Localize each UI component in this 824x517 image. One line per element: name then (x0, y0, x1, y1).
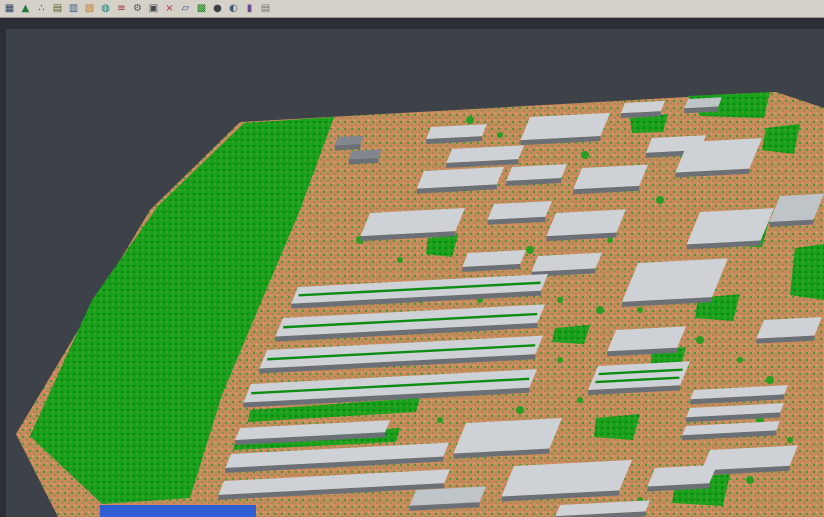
report-icon[interactable]: ▤ (258, 2, 273, 16)
delete-icon[interactable]: × (162, 2, 177, 16)
point-cloud-icon[interactable]: ∴ (34, 2, 49, 16)
dem-grid-icon[interactable]: ▦ (2, 2, 17, 16)
select-region-icon[interactable]: ▣ (146, 2, 161, 16)
histogram-icon[interactable]: ▮ (242, 2, 257, 16)
orthophoto-icon[interactable]: ▧ (82, 2, 97, 16)
viewport-3d[interactable] (0, 18, 824, 517)
sphere-view-icon[interactable]: ● (210, 2, 225, 16)
toolbar: ▦▲∴▤▥▧◍≡⚙▣×▱▩●◐▮▤ (0, 0, 824, 18)
terrain-icon[interactable]: ▲ (18, 2, 33, 16)
viewport-top-shadow (0, 18, 824, 29)
table-icon[interactable]: ▥ (66, 2, 81, 16)
globe-icon[interactable]: ◍ (98, 2, 113, 16)
settings-gear-icon[interactable]: ⚙ (130, 2, 145, 16)
layers-icon[interactable]: ▤ (50, 2, 65, 16)
contour-icon[interactable]: ≡ (114, 2, 129, 16)
world-view-icon[interactable]: ◐ (226, 2, 241, 16)
measure-area-icon[interactable]: ▱ (178, 2, 193, 16)
app-root: ▦▲∴▤▥▧◍≡⚙▣×▱▩●◐▮▤ (0, 0, 824, 517)
viewport-left-shadow (0, 18, 6, 517)
classification-icon[interactable]: ▩ (194, 2, 209, 16)
